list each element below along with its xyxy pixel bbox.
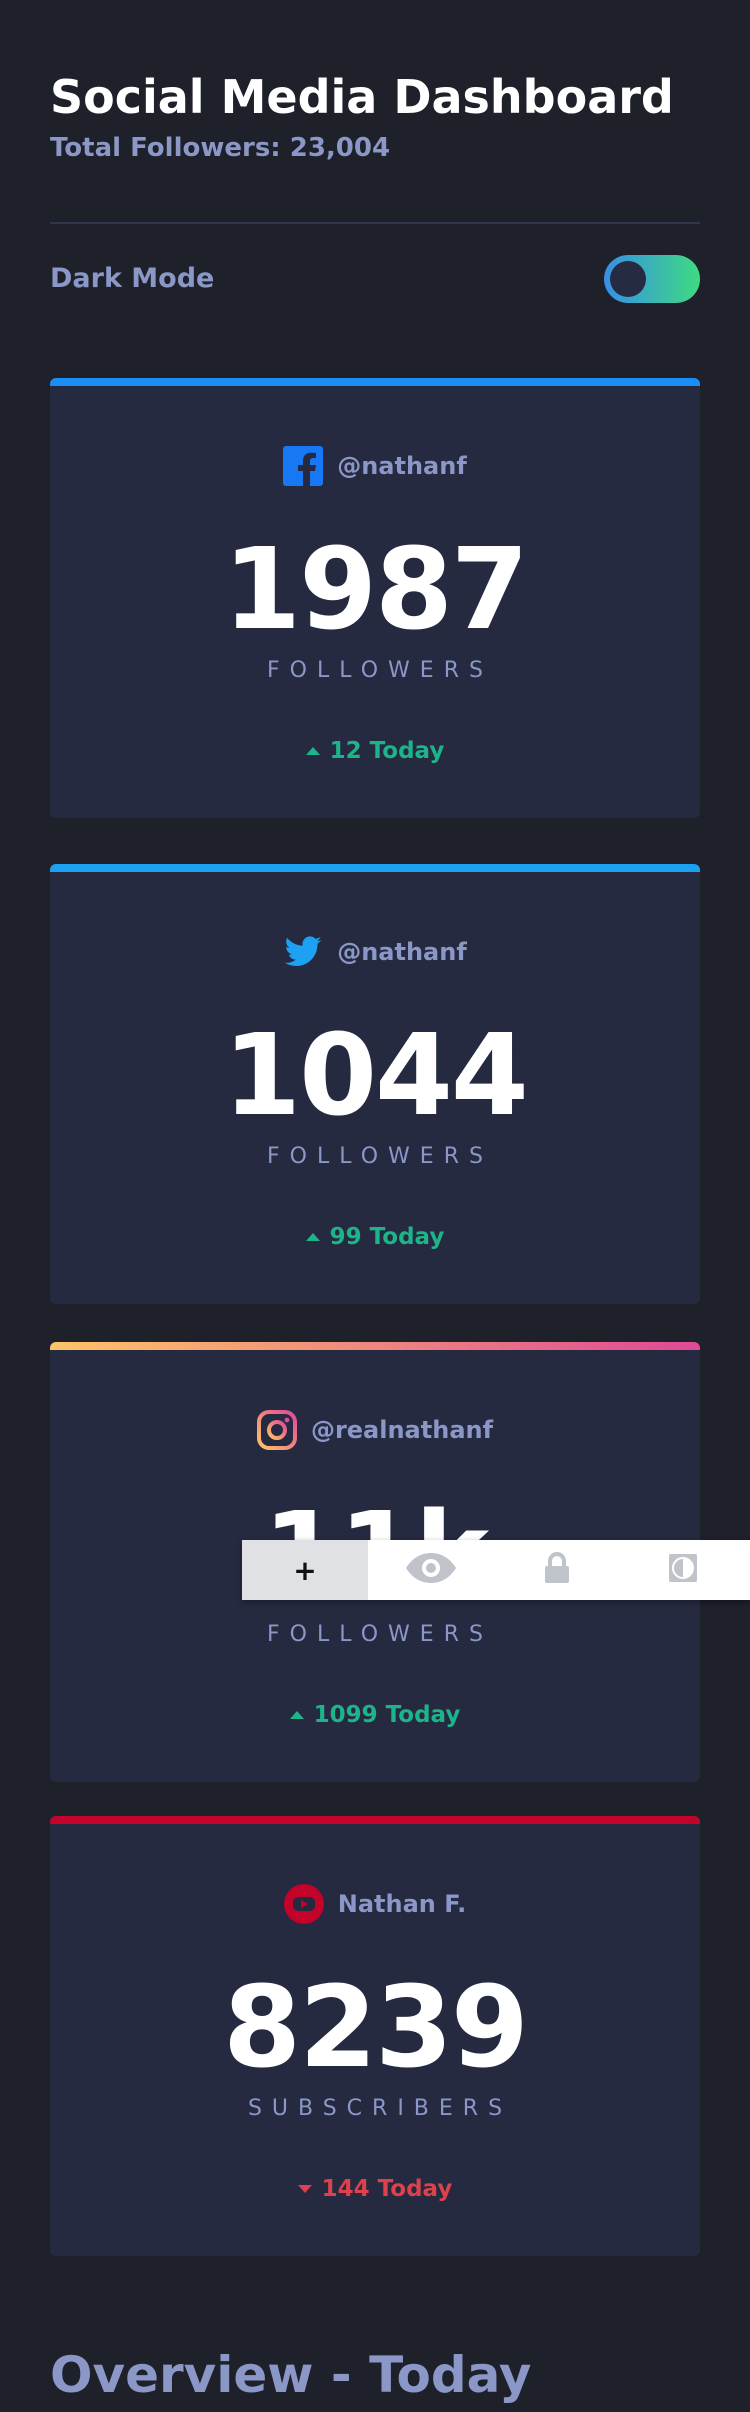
follower-count: 1987 — [223, 525, 529, 655]
today-change: 1099 Today — [50, 1702, 700, 1728]
dashboard-page: Social Media Dashboard Total Followers: … — [0, 0, 750, 2412]
card-handle: @nathanf — [337, 938, 467, 966]
lock-button[interactable] — [494, 1540, 620, 1600]
card-accent-bar — [50, 864, 700, 872]
add-icon: + — [293, 1553, 317, 1587]
instagram-icon — [256, 1410, 297, 1450]
card-handle: Nathan F. — [337, 1890, 467, 1918]
count-unit: FOLLOWERS — [267, 1144, 493, 1169]
facebook-icon — [283, 446, 324, 486]
dark-mode-row: Dark Mode — [50, 255, 700, 305]
header: Social Media Dashboard Total Followers: … — [50, 68, 700, 164]
eye-icon — [404, 1551, 458, 1589]
arrow-up-icon — [289, 1711, 304, 1719]
card-accent-bar — [50, 1342, 700, 1350]
contrast-button[interactable] — [620, 1540, 746, 1600]
card-handle: @realnathanf — [310, 1416, 494, 1444]
dark-mode-toggle[interactable] — [604, 255, 700, 303]
add-button[interactable]: + — [242, 1540, 368, 1600]
card-accent-bar — [50, 378, 700, 386]
count-unit: FOLLOWERS — [267, 1622, 493, 1647]
today-change-text: 99 Today — [329, 1224, 445, 1250]
card-accent-bar — [50, 1816, 700, 1824]
count-unit: SUBSCRIBERS — [247, 2096, 513, 2121]
arrow-up-icon — [305, 1233, 320, 1241]
dark-mode-label: Dark Mode — [50, 263, 215, 294]
lock-icon — [543, 1552, 571, 1588]
twitter-icon — [283, 932, 323, 972]
total-followers: Total Followers: 23,004 — [50, 133, 391, 163]
card-facebook[interactable]: @nathanf 1987 FOLLOWERS 12 Today — [50, 378, 700, 818]
contrast-icon — [668, 1553, 698, 1587]
follower-count: 1044 — [223, 1011, 529, 1141]
today-change: 99 Today — [50, 1224, 700, 1250]
today-change-text: 12 Today — [329, 738, 445, 764]
view-button[interactable] — [368, 1540, 494, 1600]
arrow-up-icon — [305, 747, 320, 755]
card-handle-row: @nathanf — [50, 930, 700, 974]
divider — [50, 222, 700, 224]
overview-title: Overview - Today — [50, 2346, 532, 2404]
page-title: Social Media Dashboard — [50, 70, 674, 124]
today-change-text: 144 Today — [321, 2176, 453, 2202]
today-change-text: 1099 Today — [313, 1702, 461, 1728]
arrow-down-icon — [297, 2185, 312, 2193]
today-change: 144 Today — [50, 2176, 700, 2202]
card-handle-row: @nathanf — [50, 444, 700, 488]
today-change: 12 Today — [50, 738, 700, 764]
subscriber-count: 8239 — [223, 1963, 529, 2093]
card-youtube[interactable]: Nathan F. 8239 SUBSCRIBERS 144 Today — [50, 1816, 700, 2256]
floating-toolbar: + — [242, 1540, 750, 1600]
card-handle-row: @realnathanf — [50, 1408, 700, 1452]
card-twitter[interactable]: @nathanf 1044 FOLLOWERS 99 Today — [50, 864, 700, 1304]
card-handle-row: Nathan F. — [50, 1882, 700, 1926]
youtube-icon — [283, 1884, 324, 1924]
card-handle: @nathanf — [337, 452, 467, 480]
toggle-knob[interactable] — [610, 261, 646, 297]
count-unit: FOLLOWERS — [267, 658, 493, 683]
